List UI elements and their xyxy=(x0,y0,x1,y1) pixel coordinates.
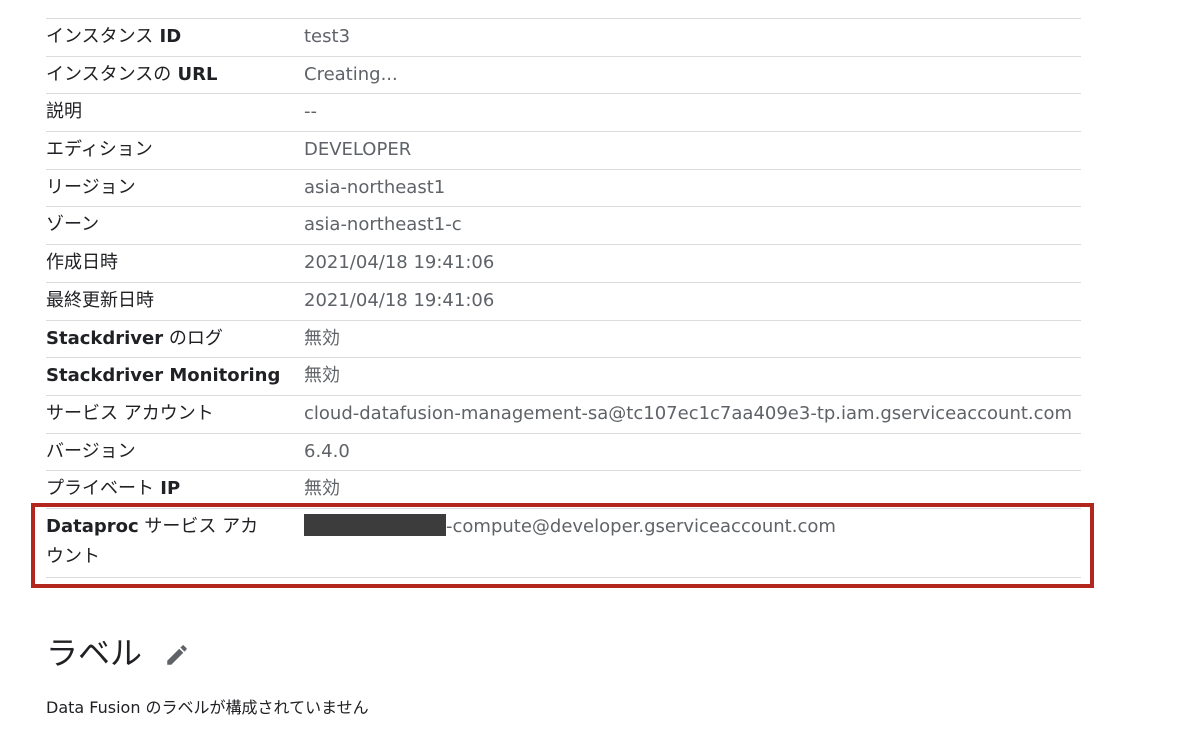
detail-key: エディション xyxy=(46,139,153,161)
detail-key: バージョン xyxy=(46,440,136,462)
detail-row-created: 作成日時 2021/04/18 19:41:06 xyxy=(46,244,1081,282)
detail-row-edition: エディション DEVELOPER xyxy=(46,131,1081,169)
labels-section-header: ラベル xyxy=(46,628,190,674)
detail-value: test3 xyxy=(304,26,351,47)
pencil-edit-icon[interactable] xyxy=(164,642,190,668)
detail-value: -- xyxy=(304,101,317,123)
detail-key: プライベート IP xyxy=(46,478,181,500)
detail-value: 無効 xyxy=(304,365,340,387)
detail-value: DEVELOPER xyxy=(304,139,412,161)
detail-row-region: リージョン asia-northeast1 xyxy=(46,168,1081,207)
detail-key: Stackdriver のログ xyxy=(46,327,223,349)
detail-value: asia-northeast1-c xyxy=(304,214,462,236)
detail-row-instance-id: インスタンス ID test3 xyxy=(46,18,1081,56)
detail-value: asia-northeast1 xyxy=(304,176,446,198)
detail-value: 6.4.0 xyxy=(304,440,350,462)
detail-row-service-account: サービス アカウント cloud-datafusion-management-s… xyxy=(46,394,1081,433)
detail-key: リージョン xyxy=(46,176,136,198)
detail-row-stackdriver-monitoring: Stackdriver Monitoring 無効 xyxy=(46,357,1081,395)
detail-key: 説明 xyxy=(46,101,82,123)
detail-key: サービス アカウント xyxy=(46,402,214,424)
detail-row-zone: ゾーン asia-northeast1-c xyxy=(46,206,1081,244)
detail-key: 最終更新日時 xyxy=(46,289,154,311)
detail-value: 無効 xyxy=(304,327,340,349)
detail-key: インスタンス ID xyxy=(46,26,182,47)
detail-row-stackdriver-logging: Stackdriver のログ 無効 xyxy=(46,319,1081,358)
detail-key: ゾーン xyxy=(46,214,100,236)
detail-value: 2021/04/18 19:41:06 xyxy=(304,289,495,311)
detail-value: 2021/04/18 19:41:06 xyxy=(304,252,495,274)
labels-title: ラベル xyxy=(46,634,143,672)
instance-details-table: インスタンス ID test3 インスタンスの URL Creating... … xyxy=(46,18,1081,578)
detail-key: インスタンスの URL xyxy=(46,63,218,85)
detail-row-instance-url: インスタンスの URL Creating... xyxy=(46,55,1081,94)
labels-empty-message: Data Fusion のラベルが構成されていません xyxy=(46,698,369,717)
detail-value: cloud-datafusion-management-sa@tc107ec1c… xyxy=(304,402,1073,424)
detail-row-version: バージョン 6.4.0 xyxy=(46,432,1081,471)
detail-row-updated: 最終更新日時 2021/04/18 19:41:06 xyxy=(46,281,1081,320)
detail-row-description: 説明 -- xyxy=(46,93,1081,131)
detail-value: Creating... xyxy=(304,63,398,85)
detail-key: Stackdriver Monitoring xyxy=(46,365,281,387)
detail-value: 無効 xyxy=(304,478,340,500)
highlight-box xyxy=(31,503,1094,588)
detail-key: 作成日時 xyxy=(46,252,118,274)
